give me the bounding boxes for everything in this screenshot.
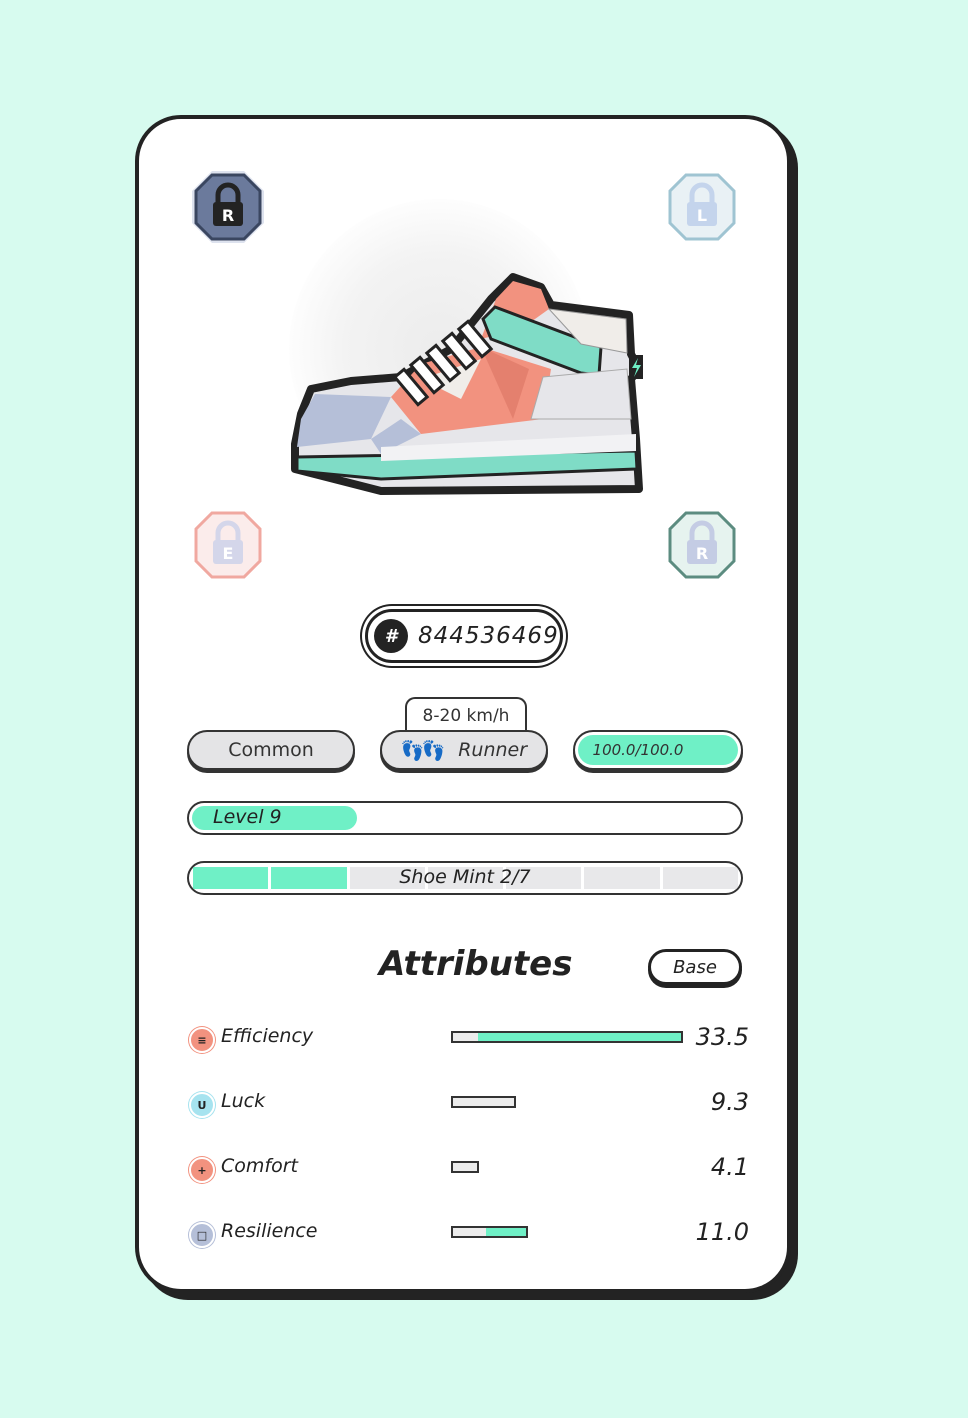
sneaker-id: 844536469 [418,623,559,649]
footprints-icon: 👣👣 [400,739,445,762]
sneaker-card: R L E R # 844536469 8-20 km/h Common 👣👣 … [135,115,791,1293]
attribute-name: Luck [221,1090,266,1112]
luck-icon: U [189,1092,215,1118]
attribute-row: + Comfort 4.1 [189,1153,749,1185]
attribute-value: 33.5 [695,1023,749,1051]
lock-icon: R [668,511,736,579]
efficiency-icon: ≡ [189,1027,215,1053]
attribute-bar [451,1096,516,1108]
attribute-bar-bonus [485,1228,526,1236]
mint-bar: Shoe Mint 2/7 [187,861,743,895]
hash-icon: # [374,619,408,653]
socket-lock-top-right[interactable]: L [664,169,740,245]
attribute-name: Comfort [221,1155,298,1177]
lock-icon: E [194,511,262,579]
svg-text:E: E [223,544,234,563]
level-label: Level 9 [213,806,282,828]
attribute-bar [451,1226,528,1238]
svg-text:L: L [697,206,707,225]
attribute-bar-bonus [478,1033,681,1041]
base-toggle-button[interactable]: Base [648,949,742,985]
sneaker-image [291,273,643,495]
attribute-value: 11.0 [695,1218,749,1246]
level-bar: Level 9 [187,801,743,835]
attribute-value: 9.3 [710,1088,749,1116]
attribute-bar [451,1161,479,1173]
attribute-name: Efficiency [221,1025,314,1047]
svg-text:R: R [222,206,234,225]
rarity-label: Common [228,739,314,761]
type-badge[interactable]: 👣👣 Runner [380,730,548,770]
comfort-icon: + [189,1157,215,1183]
resilience-icon: □ [189,1222,215,1248]
svg-text:R: R [696,544,708,563]
attributes-title: Attributes [379,944,573,984]
attribute-row: ≡ Efficiency 33.5 [189,1023,749,1055]
speed-range-tab: 8-20 km/h [405,697,527,733]
sneaker-id-pill[interactable]: # 844536469 [365,609,563,663]
socket-lock-bottom-left[interactable]: E [190,507,266,583]
attribute-row: U Luck 9.3 [189,1088,749,1120]
socket-lock-top-left[interactable]: R [190,169,266,245]
lock-icon: R [192,171,264,243]
socket-lock-bottom-right[interactable]: R [664,507,740,583]
attribute-bar [451,1031,683,1043]
durability-badge[interactable]: 100.0/100.0 [573,730,743,770]
lock-icon: L [668,173,736,241]
mint-label: Shoe Mint 2/7 [399,866,531,888]
durability-value: 100.0/100.0 [592,741,684,759]
attribute-row: □ Resilience 11.0 [189,1218,749,1250]
rarity-badge[interactable]: Common [187,730,355,770]
type-label: Runner [458,739,528,761]
attribute-value: 4.1 [710,1153,749,1181]
attribute-name: Resilience [221,1220,318,1242]
